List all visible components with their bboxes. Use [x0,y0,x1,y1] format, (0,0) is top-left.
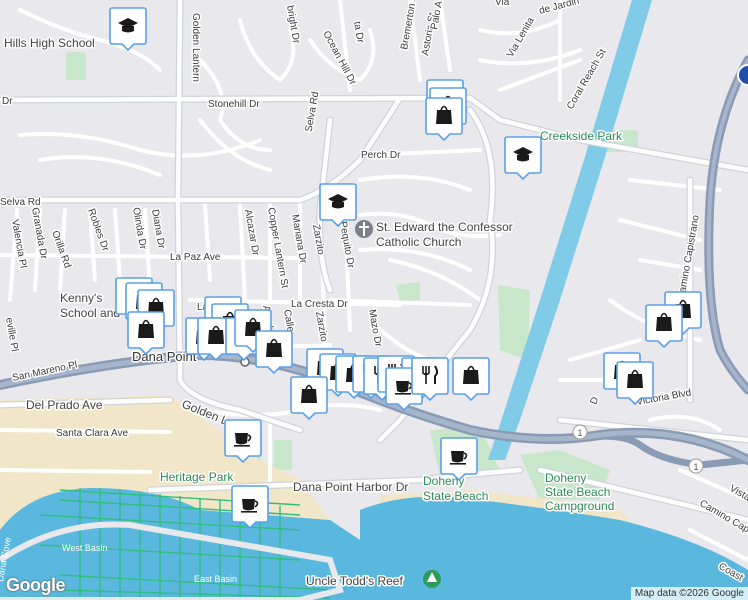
cafe-marker[interactable] [224,419,262,464]
shopping-marker[interactable] [616,361,654,406]
tree-icon[interactable] [423,570,441,588]
map-canvas[interactable]: 1 1 Dr Stonehill Dr Selva Rd Golden Lant… [0,0,748,600]
svg-text:Campground: Campground [545,499,614,513]
svg-text:Santa Clara Ave: Santa Clara Ave [56,428,129,439]
route-1-shield-east: 1 [688,458,704,474]
route-1-shield: 1 [572,424,588,440]
svg-text:Dana Point Harbor Dr: Dana Point Harbor Dr [293,480,408,494]
svg-text:Del Prado Ave: Del Prado Ave [26,398,103,412]
cafe-marker[interactable] [440,437,478,482]
svg-text:Heritage Park: Heritage Park [160,470,234,484]
svg-text:Perch Dr: Perch Dr [361,150,401,161]
svg-text:Hills High School: Hills High School [4,36,95,50]
svg-text:West Basin: West Basin [62,543,107,553]
svg-text:Stonehill Dr: Stonehill Dr [208,99,260,110]
svg-text:Via: Via [495,0,510,8]
shopping-marker[interactable] [425,97,463,142]
shopping-marker[interactable] [127,311,165,356]
svg-text:Catholic Church: Catholic Church [376,235,461,249]
restaurant-marker[interactable] [411,357,449,402]
school-marker[interactable] [504,136,542,181]
svg-text:St. Edward the Confessor: St. Edward the Confessor [376,220,513,234]
google-logo: Google [6,575,66,595]
shopping-marker[interactable] [255,330,293,375]
church-icon[interactable] [355,220,373,238]
marker-pin [411,357,449,402]
school-marker[interactable] [319,183,357,228]
svg-text:Uncle Todd's Reef: Uncle Todd's Reef [306,574,403,588]
svg-text:Kenny's: Kenny's [60,291,102,305]
school-marker[interactable] [109,7,147,52]
shopping-marker[interactable] [452,357,490,402]
svg-text:1: 1 [693,462,698,472]
shopping-marker[interactable] [290,376,328,421]
svg-text:1: 1 [577,428,582,438]
shopping-marker[interactable] [645,304,683,349]
map-credit[interactable]: Map data ©2026 Google [630,587,748,600]
cafe-marker[interactable] [231,485,269,530]
svg-text:Golden Lantern: Golden Lantern [190,13,201,82]
svg-text:School and: School and [60,306,120,320]
svg-text:Doheny: Doheny [545,471,586,485]
svg-text:Dr: Dr [2,96,13,107]
svg-text:Creekside Park: Creekside Park [540,129,623,143]
svg-text:State Beach: State Beach [545,485,610,499]
svg-text:East Basin: East Basin [194,574,237,584]
svg-text:State Beach: State Beach [423,489,488,503]
svg-text:Selva Rd: Selva Rd [0,197,41,208]
svg-text:La Paz Ave: La Paz Ave [170,252,221,263]
svg-text:La Cresta Dr: La Cresta Dr [291,299,348,310]
